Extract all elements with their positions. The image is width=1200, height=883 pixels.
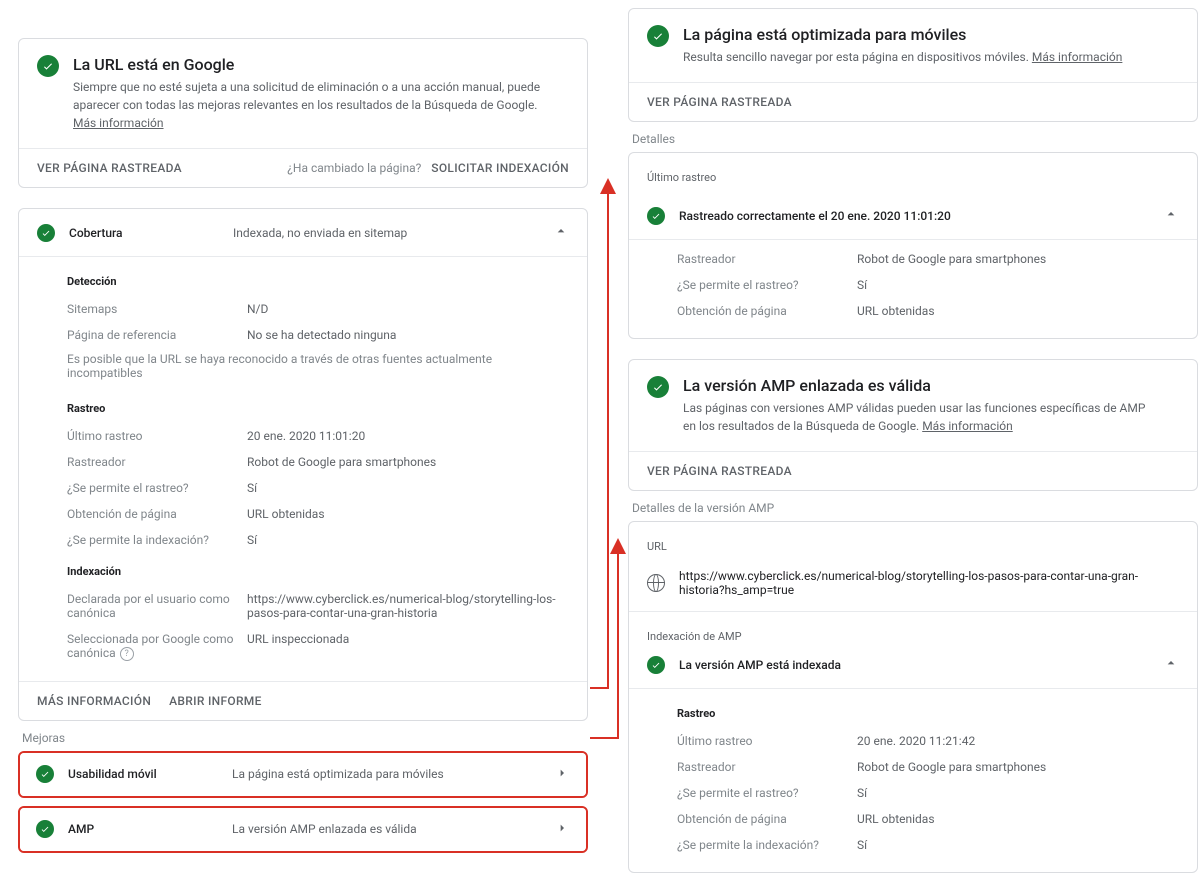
mobile-details-card: Último rastreo Rastreado correctamente e… — [628, 152, 1198, 339]
check-icon — [647, 207, 665, 225]
amp-highlight: AMP La versión AMP enlazada es válida — [18, 806, 588, 853]
info-icon[interactable]: ? — [120, 647, 134, 661]
mobile-crawl-status-row[interactable]: Rastreado correctamente el 20 ene. 2020 … — [629, 206, 1197, 239]
coverage-card: Cobertura Indexada, no enviada en sitema… — [18, 208, 588, 721]
view-crawled-button[interactable]: VER PÁGINA RASTREADA — [647, 95, 792, 109]
check-icon — [37, 55, 59, 77]
arrow-icon — [588, 178, 628, 698]
chevron-up-icon — [553, 223, 569, 242]
amp-details-label: Detalles de la versión AMP — [632, 501, 1194, 515]
globe-icon — [647, 574, 665, 592]
mobile-usability-highlight: Usabilidad móvil La página está optimiza… — [18, 751, 588, 798]
chevron-up-icon — [1163, 206, 1179, 225]
amp-index-status-row[interactable]: La versión AMP está indexada — [629, 655, 1197, 688]
check-icon — [37, 224, 55, 242]
chevron-right-icon — [554, 765, 570, 784]
mobile-usability-row[interactable]: Usabilidad móvil La página está optimiza… — [20, 753, 586, 796]
amp-row[interactable]: AMP La versión AMP enlazada es válida — [20, 808, 586, 851]
view-crawled-button[interactable]: VER PÁGINA RASTREADA — [647, 464, 792, 478]
open-report-button[interactable]: ABRIR INFORME — [169, 694, 262, 708]
detection-note: Es posible que la URL se haya reconocido… — [67, 348, 569, 390]
url-status-title: La URL está en Google — [73, 55, 543, 74]
more-info-link[interactable]: Más información — [73, 116, 164, 130]
amp-valid-card: La versión AMP enlazada es válida Las pá… — [628, 359, 1198, 491]
more-info-link[interactable]: Más información — [922, 419, 1013, 433]
amp-card-title: La versión AMP enlazada es válida — [683, 376, 1153, 395]
improvements-label: Mejoras — [22, 731, 584, 745]
chevron-up-icon — [1163, 655, 1179, 674]
check-icon — [647, 25, 669, 47]
more-info-link[interactable]: Más información — [1032, 50, 1123, 64]
request-indexing-button[interactable]: SOLICITAR INDEXACIÓN — [431, 161, 569, 175]
indexing-heading: Indexación — [67, 565, 569, 578]
crawl-heading: Rastreo — [67, 402, 569, 415]
details-label: Detalles — [632, 132, 1194, 146]
check-icon — [647, 376, 669, 398]
mobile-optimized-card: La página está optimizada para móviles R… — [628, 8, 1198, 122]
arrow-icon — [588, 538, 628, 748]
check-icon — [647, 656, 665, 674]
check-icon — [36, 820, 54, 838]
amp-details-card: URL https://www.cyberclick.es/numerical-… — [628, 521, 1198, 873]
page-changed-label: ¿Ha cambiado la página? — [287, 161, 421, 175]
check-icon — [36, 765, 54, 783]
coverage-header[interactable]: Cobertura Indexada, no enviada en sitema… — [19, 209, 587, 256]
view-crawled-button[interactable]: VER PÁGINA RASTREADA — [37, 161, 182, 175]
amp-url-row: https://www.cyberclick.es/numerical-blog… — [629, 565, 1197, 611]
mobile-card-title: La página está optimizada para móviles — [683, 25, 1122, 44]
more-info-button[interactable]: MÁS INFORMACIÓN — [37, 694, 151, 708]
detection-heading: Detección — [67, 275, 569, 288]
chevron-right-icon — [554, 820, 570, 839]
url-status-card: La URL está en Google Siempre que no est… — [18, 38, 588, 188]
url-status-subtitle: Siempre que no esté sujeta a una solicit… — [73, 78, 543, 132]
